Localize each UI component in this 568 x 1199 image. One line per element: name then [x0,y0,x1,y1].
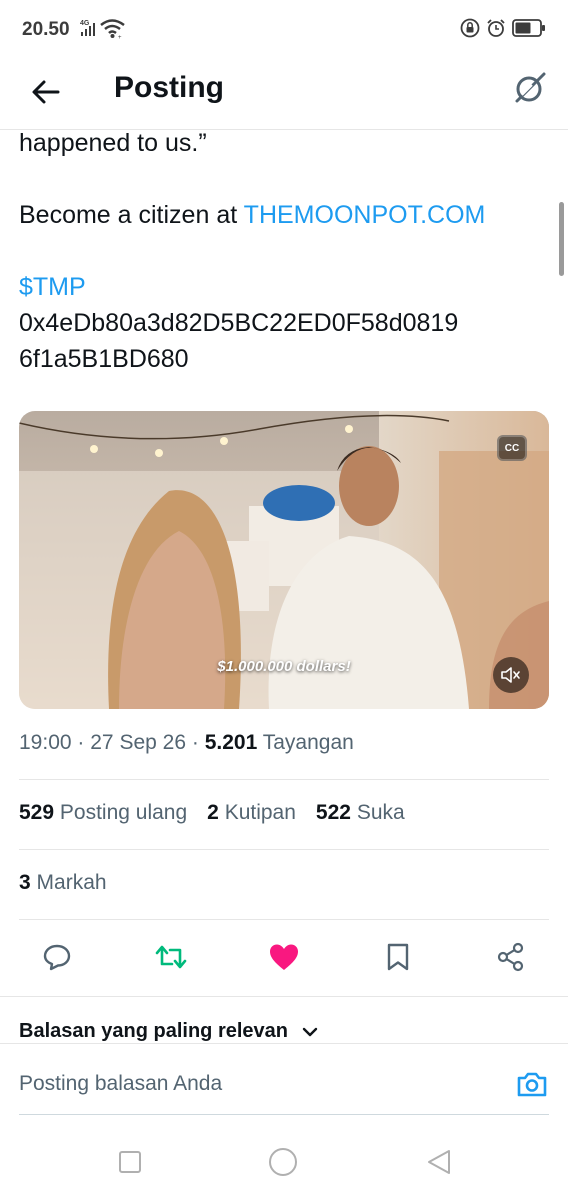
recent-apps-icon [119,1151,141,1173]
status-bar: 20.50 4G + [0,0,568,58]
system-nav-bar [0,1119,568,1199]
contract-address-line: 6f1a5B1BD680 [19,345,189,373]
heart-filled-icon [270,944,298,970]
quotes-label: Kutipan [224,801,296,824]
speaker-muted-icon [501,667,520,683]
reply-composer: Posting balasan Anda [0,1043,568,1115]
replies-sort-dropdown[interactable]: Balasan yang paling relevan [19,1020,318,1042]
arrow-left-icon[interactable] [28,74,64,110]
action-bar [0,940,568,980]
replies-sort-label: Balasan yang paling relevan [19,1020,288,1042]
tweet-line-prefix: Become a citizen at [19,201,244,229]
tweet-line: Become a citizen at THEMOONPOT.COM [19,197,549,233]
likes-count: 522 [315,801,351,824]
views-count: 5.201 [204,731,258,754]
alarm-icon [487,19,505,37]
bookmarks-count: 3 [19,871,31,894]
chevron-down-icon [302,1027,317,1036]
cashtag-link[interactable]: $TMP [19,269,549,305]
scrollbar[interactable] [559,202,564,276]
engagement-stats: 529 Posting ulang 2 Kutipan 522 Suka [19,801,405,825]
camera-icon[interactable] [516,1069,548,1099]
wifi-icon: + [100,19,125,40]
bookmarks-label: Markah [36,871,107,894]
likes-label: Suka [356,801,405,824]
recent-apps-button[interactable] [115,1147,145,1177]
lock-icon [460,18,480,38]
meta-separator: · [191,731,199,754]
mute-button[interactable] [493,657,529,693]
reply-input[interactable]: Posting balasan Anda [19,1072,222,1096]
back-icon [428,1150,450,1174]
tweet-blank [19,161,549,197]
battery-icon [512,19,545,37]
meta-separator: · [77,731,85,754]
tweet-time: 19:00 [19,731,72,754]
status-time: 20.50 [22,19,70,40]
svg-text:+: + [118,35,122,40]
svg-text:4G: 4G [80,20,90,27]
signal-icon: 4G [80,20,95,36]
reposts-stat[interactable]: 529 Posting ulang [19,801,187,825]
share-icon [497,942,524,972]
tweet-date: 27 Sep 26 [90,731,187,754]
contract-address-line: 0x4eDb80a3d82D5BC22ED0F58d0819 [19,309,459,337]
video-caption: $1.000.000 dollars! [217,658,351,675]
likes-stat[interactable]: 522 Suka [316,801,405,825]
website-link[interactable]: THEMOONPOT.COM [244,201,486,229]
reposts-label: Posting ulang [59,801,188,824]
page-title: Posting [114,71,224,104]
tweet-line: happened to us.” [19,129,207,157]
bookmark-stats: 3 Markah [19,871,107,895]
composer-underline [19,1114,549,1115]
video-player[interactable]: CC $1.000.000 dollars! [19,411,549,709]
closed-captions-button[interactable]: CC [497,435,527,461]
tweet-text: happened to us.” Become a citizen at THE… [19,125,549,377]
home-icon [269,1148,297,1176]
bookmark-button[interactable] [381,940,415,974]
reply-button[interactable] [40,940,74,974]
home-button[interactable] [268,1147,298,1177]
like-button[interactable] [267,940,301,974]
grok-icon[interactable] [512,70,548,106]
back-button[interactable] [424,1147,454,1177]
quotes-stat[interactable]: 2 Kutipan [207,801,296,825]
repost-button[interactable] [154,940,188,974]
tweet-meta: 19:00 · 27 Sep 26 · 5.201 Tayangan [19,731,354,755]
tweet-blank [19,233,549,269]
repost-icon [155,945,187,969]
app-header: Posting [0,58,568,130]
divider [19,779,549,780]
share-button[interactable] [494,940,528,974]
bookmarks-stat[interactable]: 3 Markah [19,871,107,895]
divider [0,996,568,997]
views-label: Tayangan [262,731,354,754]
quotes-count: 2 [207,801,219,824]
divider [19,919,549,920]
bookmark-icon [387,943,409,971]
reply-icon [43,944,71,971]
divider [19,849,549,850]
reposts-count: 529 [19,801,55,824]
